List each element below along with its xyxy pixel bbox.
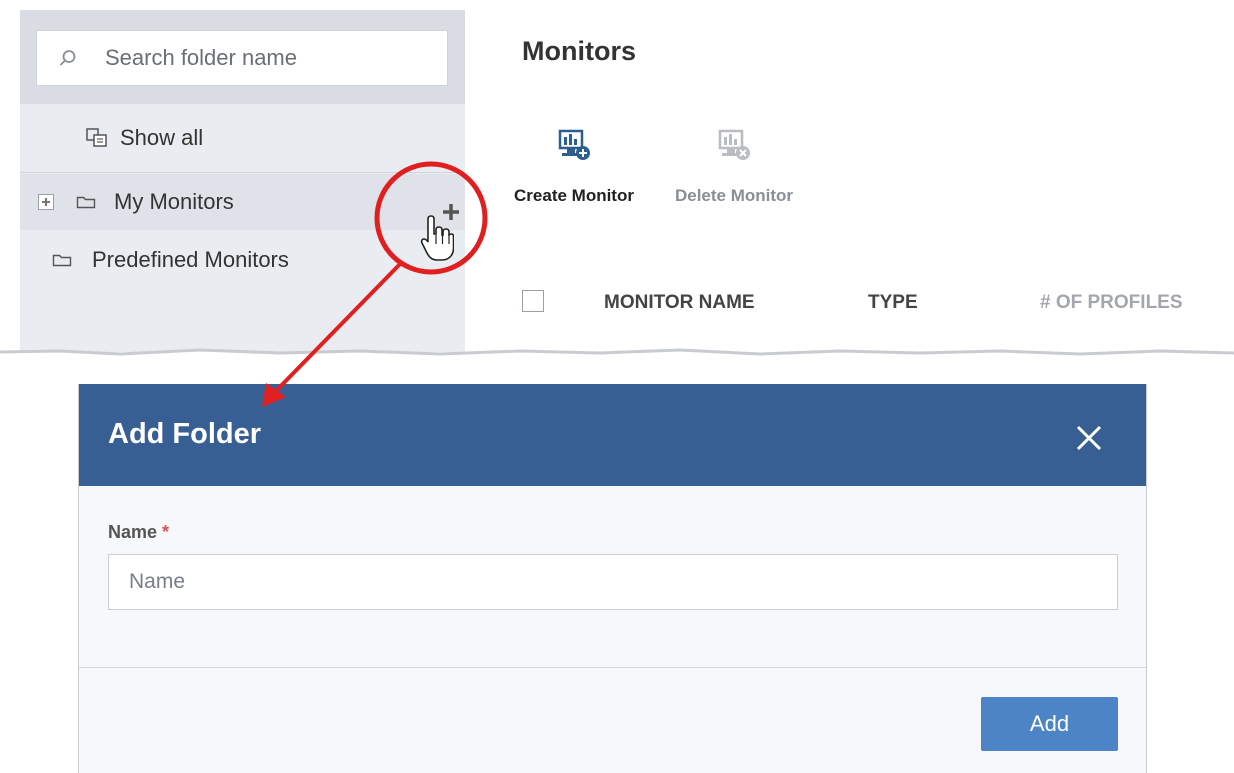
torn-edge xyxy=(0,348,1234,372)
dialog-divider xyxy=(79,667,1146,668)
select-all-checkbox[interactable] xyxy=(522,290,544,312)
tree-item-my-monitors[interactable]: My Monitors xyxy=(20,174,465,230)
folder-icon xyxy=(52,254,72,267)
add-folder-dialog: Add Folder Name* Add xyxy=(78,384,1147,773)
show-all-label: Show all xyxy=(120,125,204,150)
tree-item-predefined-monitors[interactable]: Predefined Monitors xyxy=(20,232,465,288)
dialog-title: Add Folder xyxy=(108,418,262,450)
show-all-icon xyxy=(86,128,107,147)
close-icon[interactable] xyxy=(1075,424,1103,452)
tree-item-label: Predefined Monitors xyxy=(92,247,289,272)
folder-search-box[interactable] xyxy=(36,30,448,86)
folder-name-input[interactable] xyxy=(108,554,1118,610)
add-button[interactable]: Add xyxy=(981,697,1118,751)
create-monitor-icon xyxy=(558,129,590,160)
column-header-type[interactable]: TYPE xyxy=(868,292,918,314)
delete-monitor-icon xyxy=(718,129,750,160)
monitors-screenshot: Show all My Monitors Predefined Monitors… xyxy=(0,0,1234,372)
create-monitor-button[interactable]: Create Monitor xyxy=(506,128,642,206)
search-icon xyxy=(59,50,76,66)
required-mark: * xyxy=(162,522,170,542)
column-header-monitor-name[interactable]: MONITOR NAME xyxy=(604,292,755,314)
dialog-header: Add Folder xyxy=(79,384,1146,486)
tree-item-label: My Monitors xyxy=(114,189,234,214)
folder-sidebar: Show all My Monitors Predefined Monitors xyxy=(20,10,465,352)
folder-icon xyxy=(76,196,96,209)
page-title: Monitors xyxy=(522,36,636,66)
expand-icon[interactable] xyxy=(38,194,54,210)
hand-cursor-icon xyxy=(420,215,454,261)
show-all-item[interactable]: Show all xyxy=(20,104,465,173)
name-label-text: Name xyxy=(108,522,158,542)
name-field-label: Name * xyxy=(108,522,169,543)
column-header-profiles[interactable]: # OF PROFILES xyxy=(1040,292,1183,314)
create-monitor-label: Create Monitor xyxy=(514,186,634,205)
delete-monitor-label: Delete Monitor xyxy=(674,186,794,205)
delete-monitor-button[interactable]: Delete Monitor xyxy=(666,128,802,206)
search-area xyxy=(20,10,465,104)
monitors-panel: Monitors Create Monitor Delete Monitor M… xyxy=(492,10,1234,352)
folder-search-input[interactable] xyxy=(103,44,407,72)
